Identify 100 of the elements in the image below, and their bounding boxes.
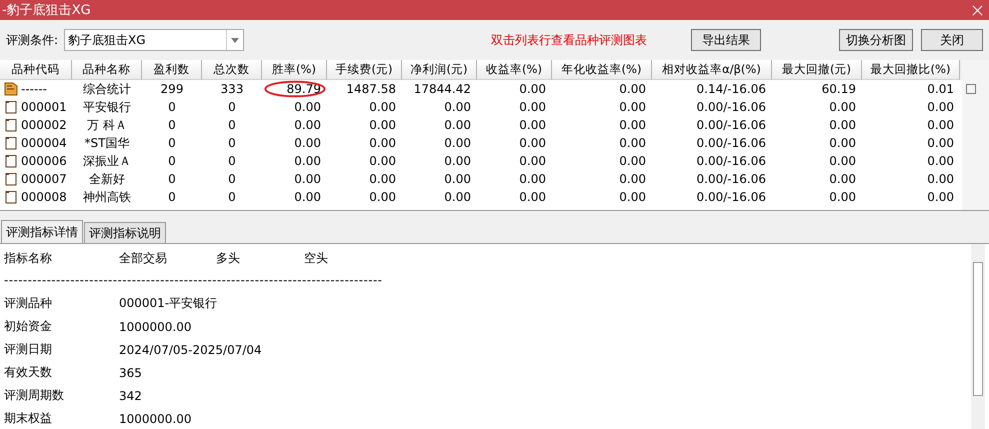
table-cell: 0.00/-16.06 — [696, 190, 766, 204]
column-header[interactable]: 净利润(元) — [402, 60, 477, 80]
table-cell: 000001 — [21, 100, 67, 114]
table-cell: 0.00 — [927, 100, 954, 114]
table-cell: 60.19 — [822, 82, 856, 96]
column-header[interactable]: 盈利数 — [142, 60, 202, 80]
table-cell: 0.00/-16.06 — [696, 118, 766, 132]
column-header[interactable]: 收益率(%) — [477, 60, 552, 80]
table-cell: 0.00 — [519, 154, 546, 168]
table-cell: 0 — [228, 154, 236, 168]
column-header[interactable]: 年化收益率(%) — [552, 60, 652, 80]
table-cell: 0 — [168, 172, 176, 186]
table-cell: 17844.42 — [414, 82, 471, 96]
table-cell: 0.00 — [619, 82, 646, 96]
table-cell: 0.00 — [369, 118, 396, 132]
column-header[interactable]: 相对收益率α/β(%) — [652, 60, 772, 80]
table-cell: 000006 — [21, 154, 67, 168]
table-row[interactable]: 000004 *ST国华 0 0 0.00 0.00 0.00 0.00 0.00 0.00/-16.06 0.00 0.00 — [0, 134, 962, 152]
metric-label: 初始资金 — [4, 318, 53, 335]
table-row[interactable]: 000001 平安银行 0 0 0.00 0.00 0.00 0.00 0.00 0.00/-16.06 0.00 0.00 — [0, 98, 962, 116]
table-cell: 0 — [228, 136, 236, 150]
table-cell: 0 — [168, 136, 176, 150]
toolbar-button[interactable]: 切换分析图 — [839, 29, 913, 51]
table-cell: 0.00 — [619, 118, 646, 132]
toolbar-button[interactable]: 关闭 — [921, 29, 983, 51]
table-cell: 平安银行 — [83, 98, 131, 116]
table-cell: 0 — [168, 190, 176, 204]
column-header[interactable]: 品种名称 — [72, 60, 142, 80]
column-header[interactable]: 手续费(元) — [327, 60, 402, 80]
table-cell: 0.00/-16.06 — [696, 154, 766, 168]
column-header[interactable]: 总次数 — [202, 60, 262, 80]
window-title: -豹子底狙击XG — [2, 2, 91, 19]
table-cell: 0.00 — [369, 154, 396, 168]
table-cell: 0.00 — [444, 172, 471, 186]
table-cell: *ST国华 — [84, 134, 130, 152]
document-icon — [4, 154, 18, 168]
column-header[interactable]: 品种代码 — [0, 60, 72, 80]
table-cell: 0.00 — [927, 172, 954, 186]
metric-label: 评测品种 — [4, 295, 53, 312]
table-row[interactable]: 000007 全新好 0 0 0.00 0.00 0.00 0.00 0.00 0.00/-16.06 0.00 0.00 — [0, 170, 962, 188]
table-cell: 0.00 — [294, 100, 321, 114]
table-cell: 0.00 — [519, 100, 546, 114]
document-icon — [4, 190, 18, 204]
table-cell: 神州高铁 — [83, 188, 131, 206]
table-cell: 0.00 — [294, 118, 321, 132]
table-cell: 0.00 — [927, 136, 954, 150]
table-cell: 1487.58 — [346, 82, 396, 96]
condition-dropdown[interactable]: 豹子底狙击XG — [64, 29, 244, 51]
metric-label: 有效天数 — [4, 364, 53, 381]
table-cell: 333 — [220, 82, 244, 96]
column-header[interactable]: 最大回撤比(%) — [862, 60, 960, 80]
table-cell: 0.00/-16.06 — [696, 172, 766, 186]
table-cell: 全新好 — [89, 170, 125, 188]
metric-value: 342 — [119, 388, 142, 402]
table-cell: 综合统计 — [83, 80, 131, 98]
tab[interactable]: 评测指标说明 — [84, 222, 166, 243]
table-cell: 0.00 — [369, 172, 396, 186]
table-cell: 89.79 — [286, 82, 321, 96]
table-cell: 0.00 — [444, 190, 471, 204]
folder-icon — [4, 82, 18, 96]
table-cell: 000008 — [21, 190, 67, 204]
table-cell: 0.00 — [619, 190, 646, 204]
table-cell: 0 — [168, 100, 176, 114]
caret-icon — [231, 38, 240, 42]
document-icon — [4, 172, 18, 186]
table-cell: 0.00/-16.06 — [696, 100, 766, 114]
separator-text: -------------------------------------------------------------------------------- — [4, 272, 384, 289]
column-header[interactable]: 胜率(%) — [262, 60, 327, 80]
table-cell: 0 — [168, 118, 176, 132]
close-icon[interactable] — [972, 4, 983, 16]
table-cell: 0.00 — [829, 154, 856, 168]
table-cell: 0.00 — [519, 136, 546, 150]
table-cell: 0.00 — [369, 100, 396, 114]
table-cell: ------ — [21, 82, 47, 96]
table-row[interactable]: 000006 深振业Ａ 0 0 0.00 0.00 0.00 0.00 0.00 0.00/-16.06 0.00 0.00 — [0, 152, 962, 170]
table-cell: 0 — [228, 190, 236, 204]
table-cell: 0.00 — [444, 118, 471, 132]
table-cell: 000007 — [21, 172, 67, 186]
table-cell: 0.00 — [444, 154, 471, 168]
metric-value: 2024/07/05-2025/07/04 — [119, 342, 262, 356]
table-cell: 0.00 — [444, 100, 471, 114]
tab[interactable]: 评测指标详情 — [1, 220, 83, 243]
table-cell: 0 — [228, 172, 236, 186]
scrollbar[interactable] — [971, 244, 985, 429]
table-row[interactable]: 000008 神州高铁 0 0 0.00 0.00 0.00 0.00 0.00 0.00/-16.06 0.00 0.00 — [0, 188, 962, 206]
table-cell: 0.00 — [519, 82, 546, 96]
column-header[interactable]: 最大回撤(元) — [772, 60, 862, 80]
table-cell: 0.00 — [294, 172, 321, 186]
metric-value: 1000000.00 — [119, 412, 192, 426]
square-icon — [966, 84, 976, 94]
metric-label: 期末权益 — [4, 410, 53, 427]
table-cell: 0.00 — [927, 154, 954, 168]
table-cell: 0.00 — [294, 136, 321, 150]
table-cell: 0.00 — [619, 172, 646, 186]
table-cell: 000004 — [21, 136, 67, 150]
table-cell: 0.00/-16.06 — [696, 136, 766, 150]
table-cell: 深振业Ａ — [83, 152, 131, 170]
metric-value: 365 — [119, 366, 142, 380]
table-row[interactable]: 000002 万 科Ａ 0 0 0.00 0.00 0.00 0.00 0.00 0.00/-16.06 0.00 0.00 — [0, 116, 962, 134]
toolbar-button[interactable]: 导出结果 — [691, 29, 761, 51]
